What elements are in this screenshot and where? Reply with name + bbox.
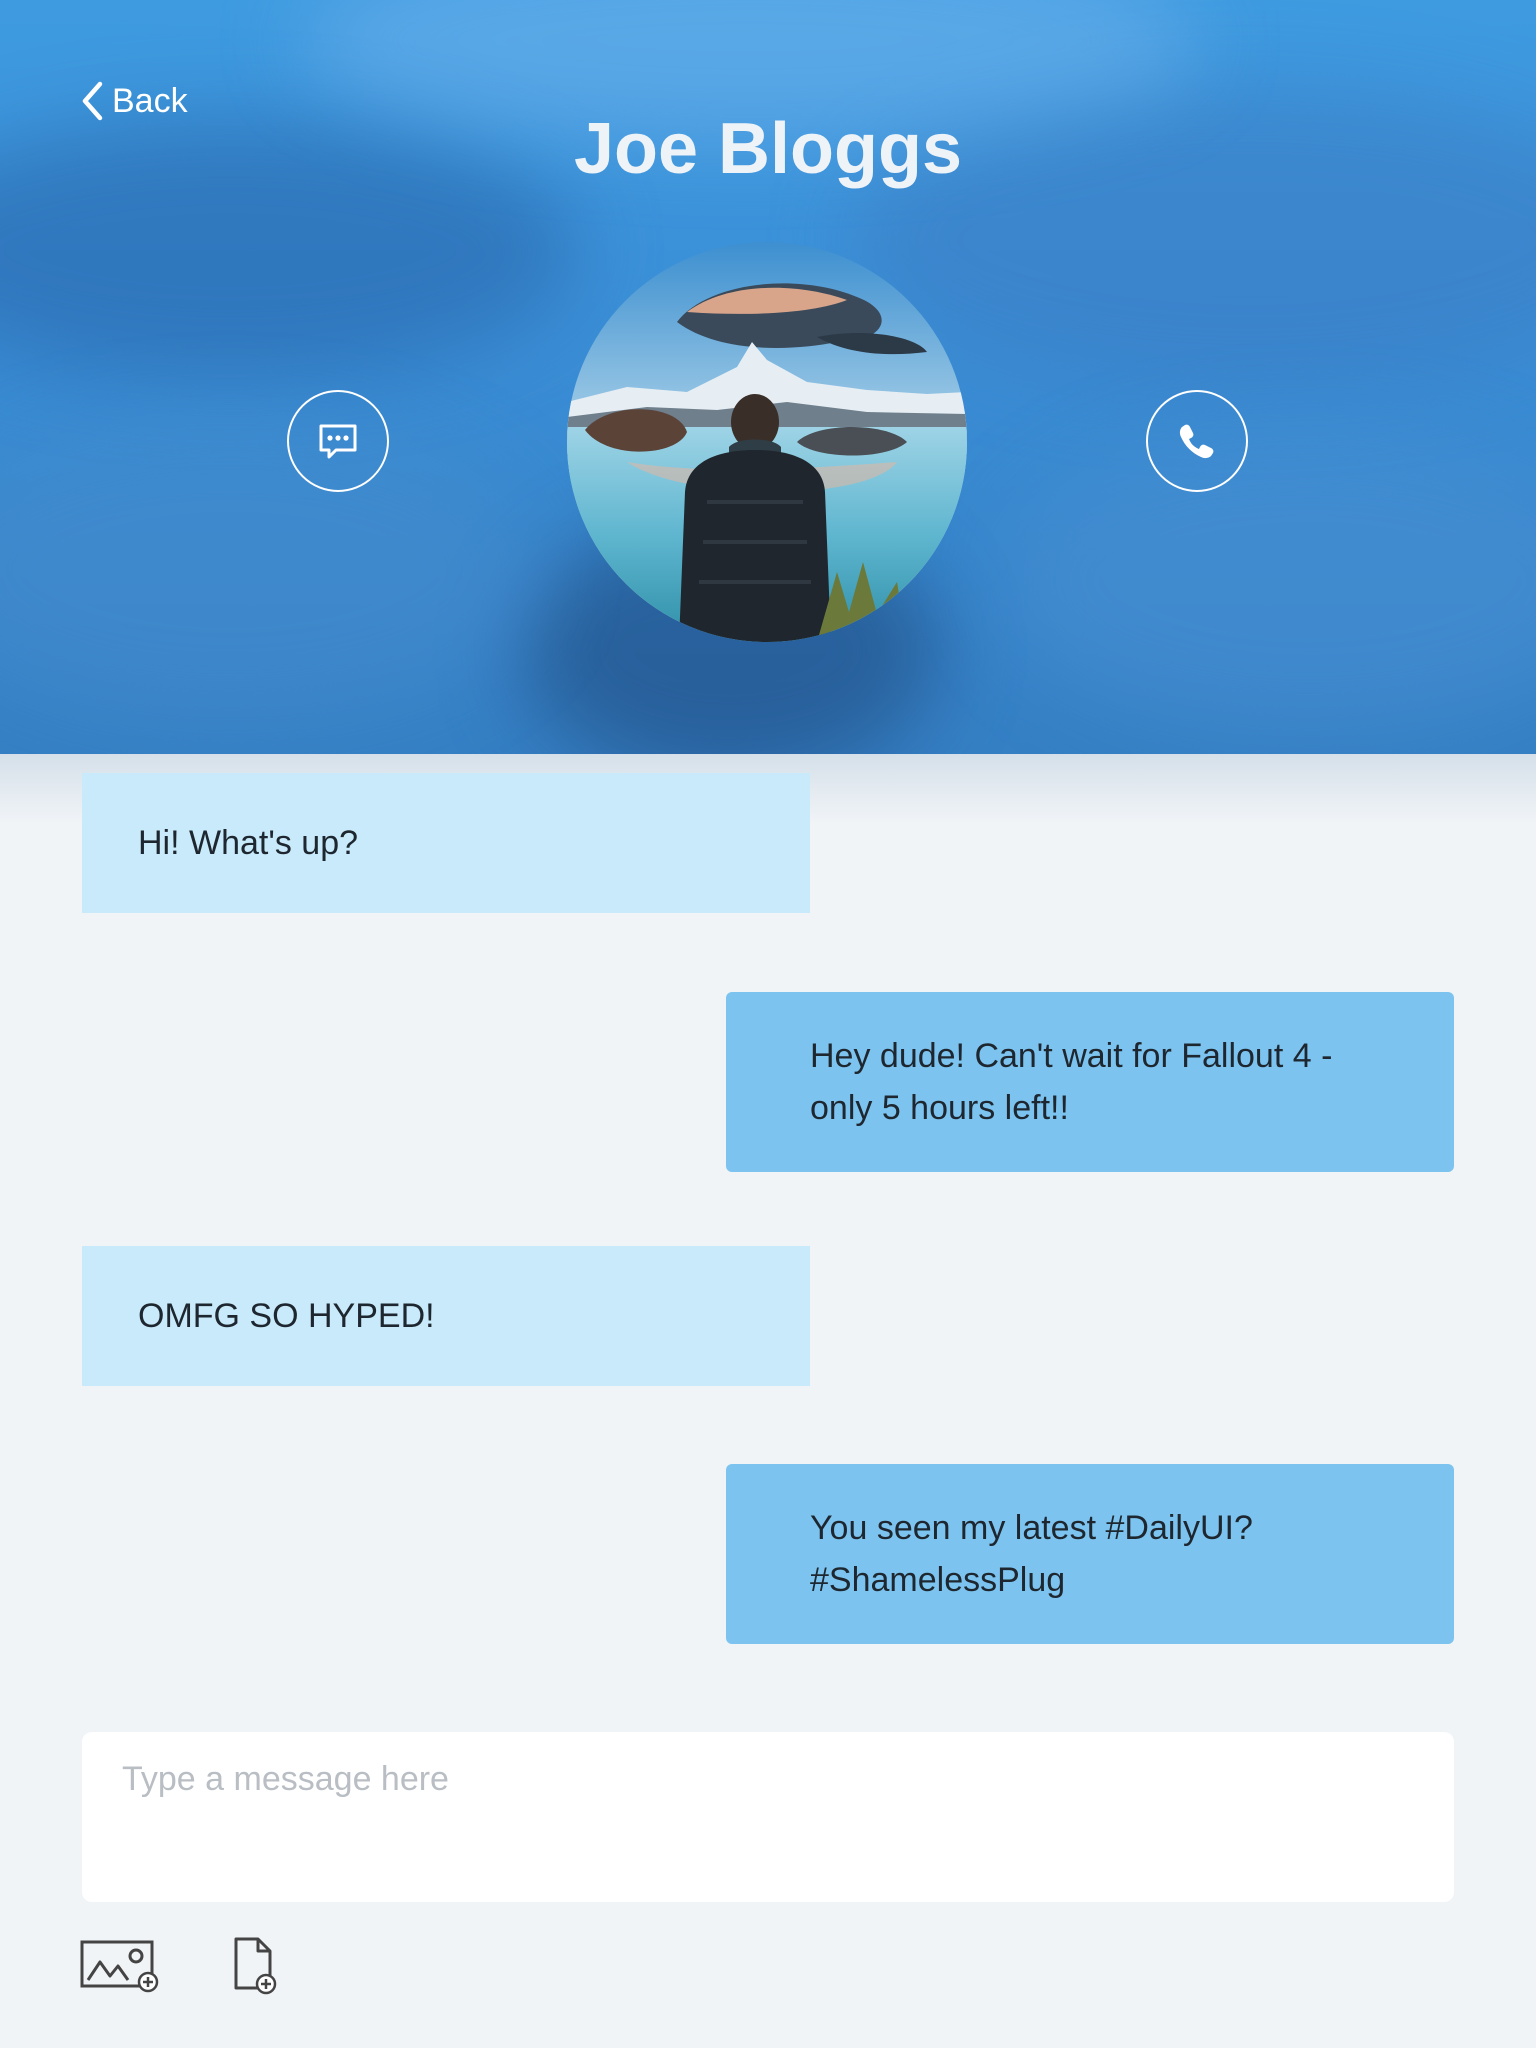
message-text: You seen my latest #DailyUI? #ShamelessP… (810, 1509, 1253, 1599)
message-incoming: OMFG SO HYPED! (82, 1246, 810, 1386)
avatar-photo (567, 242, 967, 642)
avatar (567, 242, 967, 642)
message-outgoing: Hey dude! Can't wait for Fallout 4 - onl… (726, 992, 1454, 1172)
message-text: Hi! What's up? (138, 824, 359, 862)
contact-name: Joe Bloggs (573, 109, 963, 189)
call-button[interactable] (1146, 390, 1248, 492)
message-incoming: Hi! What's up? (82, 773, 810, 913)
background-blur (0, 420, 540, 720)
message-outgoing: You seen my latest #DailyUI? #ShamelessP… (726, 1464, 1454, 1644)
message-text: Hey dude! Can't wait for Fallout 4 - onl… (810, 1037, 1333, 1127)
profile-header: Back Joe Bloggs (0, 0, 1536, 754)
add-image-icon[interactable] (80, 1938, 162, 1994)
phone-icon (1179, 424, 1214, 459)
message-button[interactable] (287, 390, 389, 492)
add-file-icon[interactable] (232, 1936, 278, 1996)
background-blur (1000, 430, 1536, 730)
chat-bubble-icon (319, 424, 357, 459)
message-input[interactable] (82, 1732, 1454, 1902)
message-text: OMFG SO HYPED! (138, 1297, 435, 1335)
